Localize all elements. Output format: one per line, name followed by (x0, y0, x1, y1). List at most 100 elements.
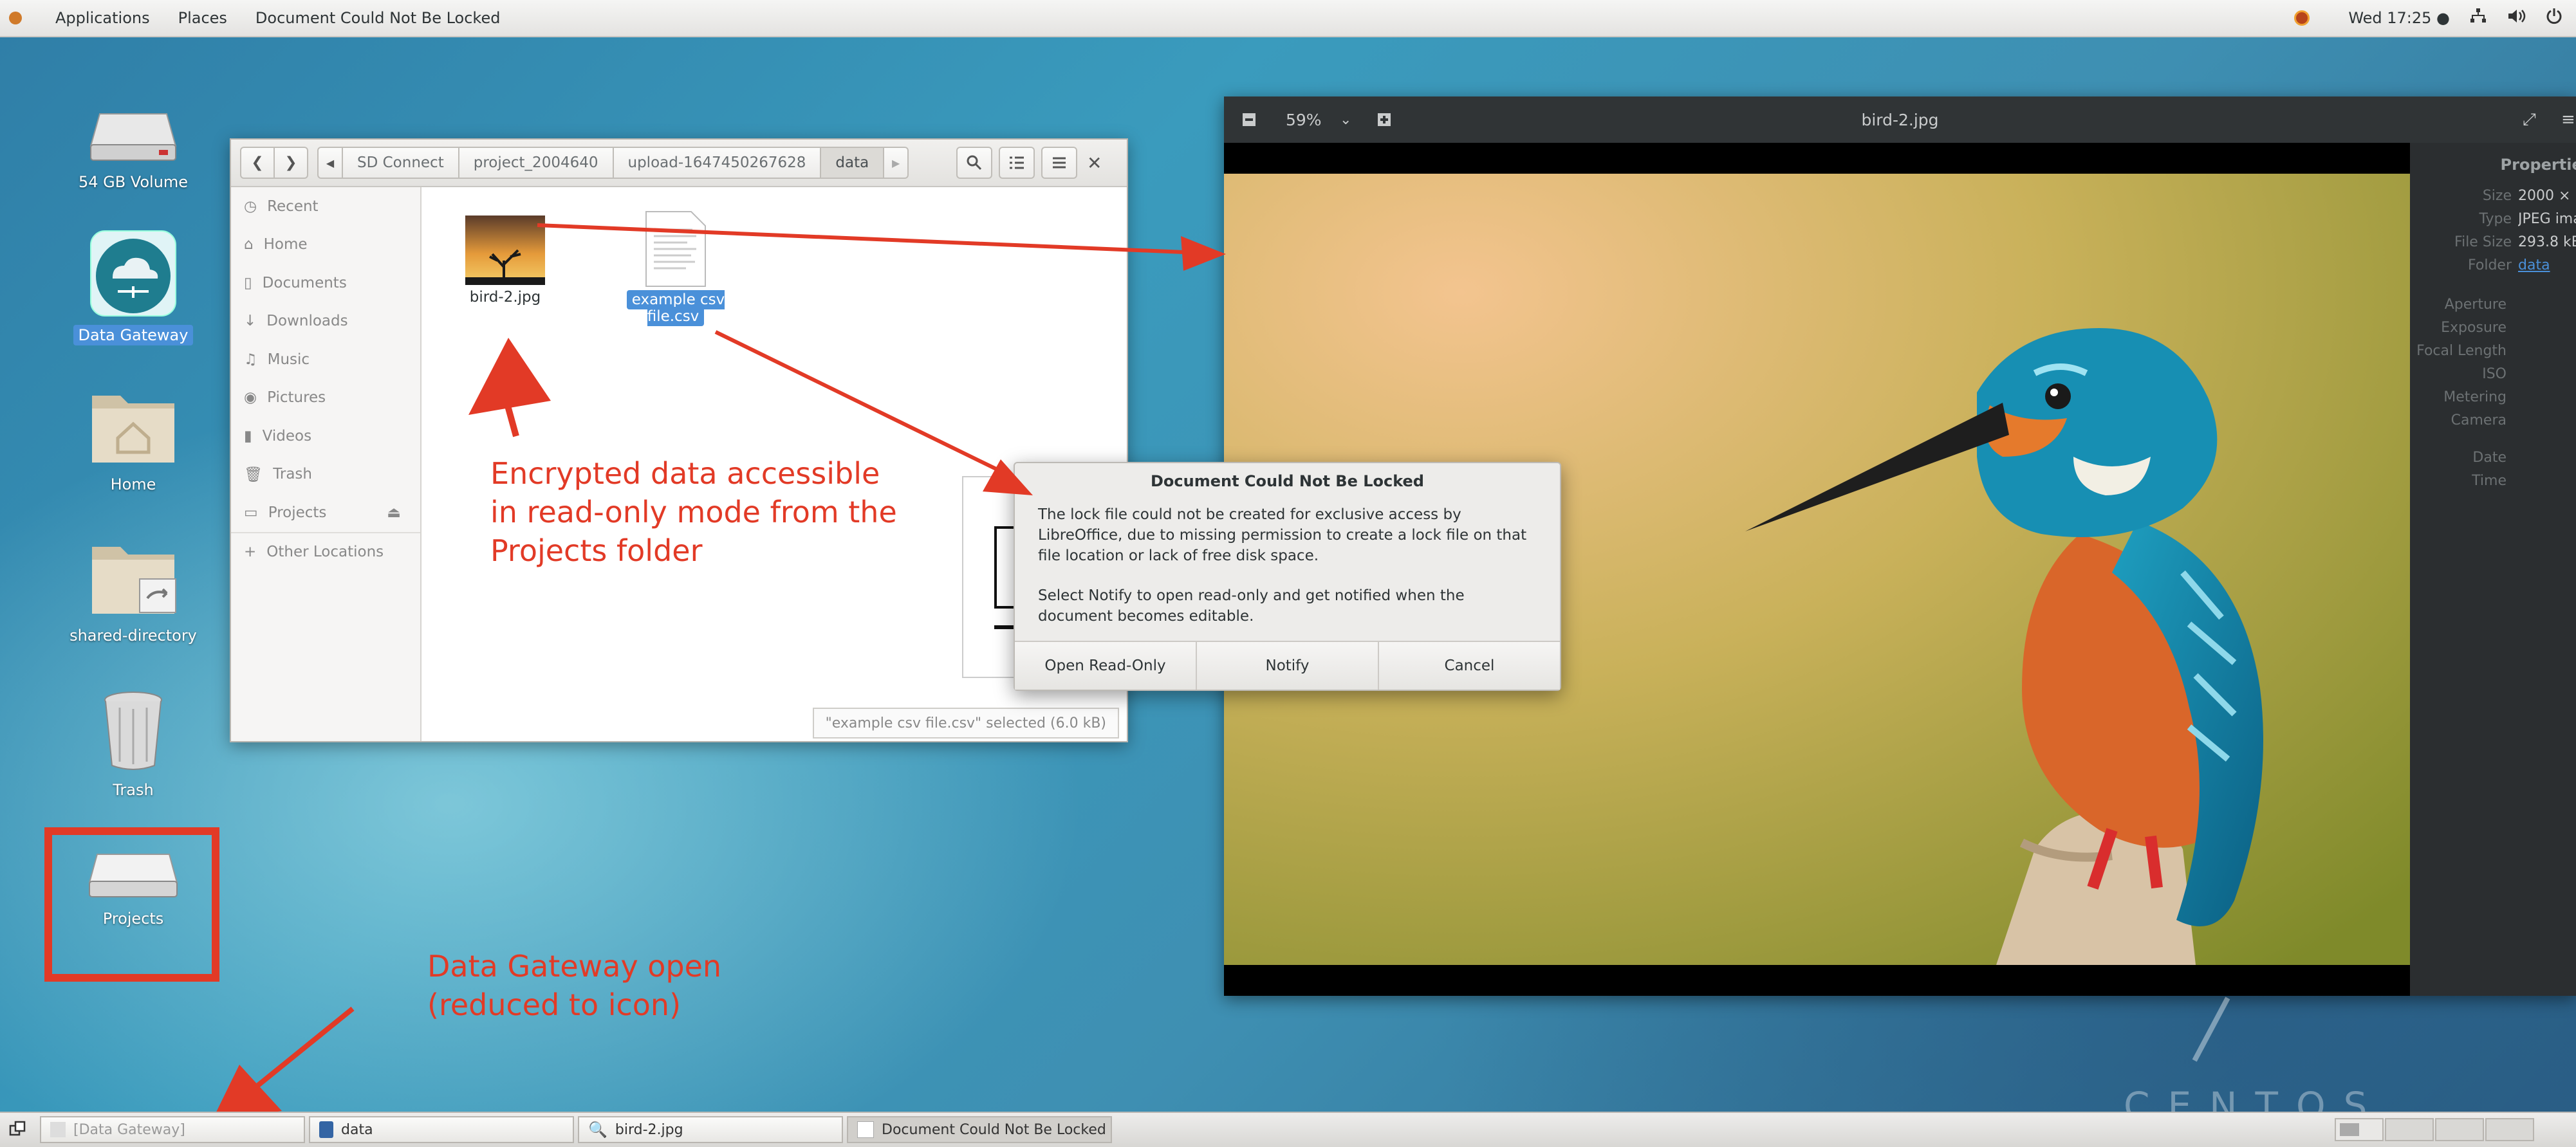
camera-icon: ◉ (244, 389, 257, 407)
forward-button[interactable]: ❯ (273, 147, 308, 179)
show-desktop-icon[interactable] (9, 1121, 26, 1137)
open-read-only-button[interactable]: Open Read-Only (1015, 642, 1197, 690)
property-row: File Size 293.8 kB (2454, 234, 2576, 250)
task-dialog[interactable]: Document Could Not Be Locked (847, 1116, 1112, 1143)
home-folder-icon (92, 396, 174, 463)
desktop-icon-home[interactable]: Home (59, 383, 207, 495)
sidebar-item-music[interactable]: ♫ Music (231, 340, 420, 379)
task-bird[interactable]: 🔍 bird-2.jpg (578, 1116, 843, 1143)
sidebar-item-videos[interactable]: ▮ Videos (231, 417, 420, 455)
chevron-left-icon: ❮ (251, 154, 264, 171)
lock-error-dialog: Document Could Not Be Locked The lock fi… (1014, 462, 1561, 691)
zoom-level[interactable]: 59% (1286, 111, 1340, 129)
plus-icon: + (244, 544, 257, 561)
view-options-button[interactable] (999, 147, 1035, 179)
trash-icon: 🗑 (244, 466, 263, 483)
top-bar: Applications Places Document Could Not B… (0, 0, 2576, 37)
hamburger-icon (1053, 157, 1066, 169)
property-row: Size2000 × 137 (2482, 188, 2576, 204)
image-title: bird-2.jpg (1861, 110, 1939, 129)
sidebar-item-trash[interactable]: 🗑 Trash (231, 455, 420, 494)
desktop-icon-label: Data Gateway (73, 325, 194, 345)
back-button[interactable]: ❮ (240, 147, 275, 179)
sidebar-item-home[interactable]: ⌂ Home (231, 226, 420, 264)
dialog-message: The lock file could not be created for e… (1038, 506, 1527, 564)
dialog-title: Document Could Not Be Locked (1151, 472, 1424, 490)
desktop-icon-shared-directory[interactable]: shared-directory (59, 534, 207, 646)
sidebar-item-recent[interactable]: ◷ Recent (231, 187, 420, 226)
folder-icon (319, 1121, 333, 1138)
download-icon: ↓ (244, 313, 257, 330)
music-icon: ♫ (244, 351, 257, 368)
breadcrumb-upload[interactable]: upload-1647450267628 (612, 147, 822, 179)
desktop-icon-label: Projects (102, 910, 164, 928)
drive-icon: ▭ (244, 504, 258, 521)
dialog-message: Select Notify to open read-only and get … (1038, 587, 1465, 625)
applications-menu[interactable]: Applications (9, 9, 150, 27)
minus-icon (1243, 113, 1256, 126)
desktop-icon-volume[interactable]: 54 GB Volume (59, 106, 207, 192)
window-icon (50, 1122, 66, 1137)
data-gateway-icon (90, 230, 176, 317)
annotation-encrypted: Encrypted data accessible in read-only m… (490, 456, 897, 568)
sidebar-item-downloads[interactable]: ↓ Downloads (231, 302, 420, 341)
zoom-out-button[interactable] (1238, 109, 1260, 131)
triangle-right-icon: ▶ (892, 156, 900, 169)
places-sidebar: ◷ Recent ⌂ Home ▯ Documents ↓ Downloads ♫ Mus… (231, 187, 422, 741)
selection-status: "example csv file.csv" selected (6.0 kB) (812, 708, 1119, 739)
task-data[interactable]: data (309, 1116, 574, 1143)
dialog-actions: Open Read-Only Notify Cancel (1015, 641, 1560, 690)
text-file-icon (645, 211, 706, 287)
file-item-bird[interactable]: bird-2.jpg (460, 216, 550, 306)
sidebar-item-documents[interactable]: ▯ Documents (231, 264, 420, 302)
notify-button[interactable]: Notify (1197, 642, 1379, 690)
menu-button[interactable] (1041, 147, 1077, 179)
network-icon[interactable] (2469, 7, 2487, 29)
fullscreen-icon[interactable]: ⤢ (2523, 110, 2536, 130)
search-icon (967, 155, 982, 170)
path-scroll-right-button[interactable]: ▶ (883, 147, 909, 179)
active-window-title[interactable]: Document Could Not Be Locked (255, 9, 501, 27)
sidebar-item-other-locations[interactable]: + Other Locations (231, 531, 420, 572)
path-scroll-left-button[interactable]: ◀ (317, 147, 343, 179)
eject-icon[interactable]: ⏏ (387, 504, 401, 521)
power-icon[interactable] (2545, 7, 2563, 29)
shared-folder-icon (92, 547, 176, 614)
file-name: bird-2.jpg (469, 289, 541, 306)
properties-title: Properties (2500, 156, 2576, 174)
places-menu[interactable]: Places (178, 9, 227, 27)
desktop-icon-projects[interactable]: Projects (59, 849, 207, 929)
hamburger-icon[interactable]: ≡ (2561, 110, 2575, 129)
video-icon: ▮ (244, 427, 252, 445)
desktop-icon-label: Home (110, 475, 156, 493)
volume-icon[interactable] (2507, 7, 2526, 29)
search-button[interactable] (956, 147, 992, 179)
property-row: Folder data (2468, 257, 2550, 273)
desktop-icon-trash[interactable]: Trash (59, 688, 207, 800)
trash-icon (104, 692, 162, 770)
file-item-csv[interactable]: example csv file.csv (602, 210, 750, 326)
workspace-switcher[interactable] (2335, 1118, 2384, 1141)
breadcrumb-project[interactable]: project_2004640 (458, 147, 614, 179)
sidebar-item-pictures[interactable]: ◉ Pictures (231, 379, 420, 418)
task-data-gateway[interactable]: [Data Gateway] (40, 1116, 305, 1143)
properties-panel: Properties Size2000 × 137 TypeJPEG image… (2410, 143, 2576, 996)
chevron-down-icon[interactable]: ⌄ (1340, 112, 1351, 128)
breadcrumb-sd-connect[interactable]: SD Connect (342, 147, 459, 179)
file-name: example csv file.csv (626, 290, 725, 326)
workspace-switcher-slot[interactable] (2385, 1118, 2434, 1141)
window-icon (857, 1121, 874, 1138)
desktop-icon-label: Trash (113, 781, 154, 799)
exif-labels: Aperture Exposure Focal Length ISO Meter… (2416, 297, 2507, 489)
notification-icon[interactable] (2294, 10, 2310, 26)
workspace-switcher-slot[interactable] (2485, 1118, 2534, 1141)
desktop-icon-data-gateway[interactable]: Data Gateway (59, 230, 207, 345)
sidebar-item-projects[interactable]: ▭ Projects ⏏ (231, 493, 420, 532)
workspace-switcher-slot[interactable] (2435, 1118, 2484, 1141)
cancel-button[interactable]: Cancel (1379, 642, 1560, 690)
clock[interactable]: Wed 17:25 ● (2348, 9, 2450, 27)
close-icon[interactable]: ✕ (1087, 152, 1102, 174)
image-viewer-icon: 🔍 (588, 1121, 607, 1139)
breadcrumb-data[interactable]: data (820, 147, 885, 179)
zoom-in-button[interactable] (1377, 113, 1391, 127)
